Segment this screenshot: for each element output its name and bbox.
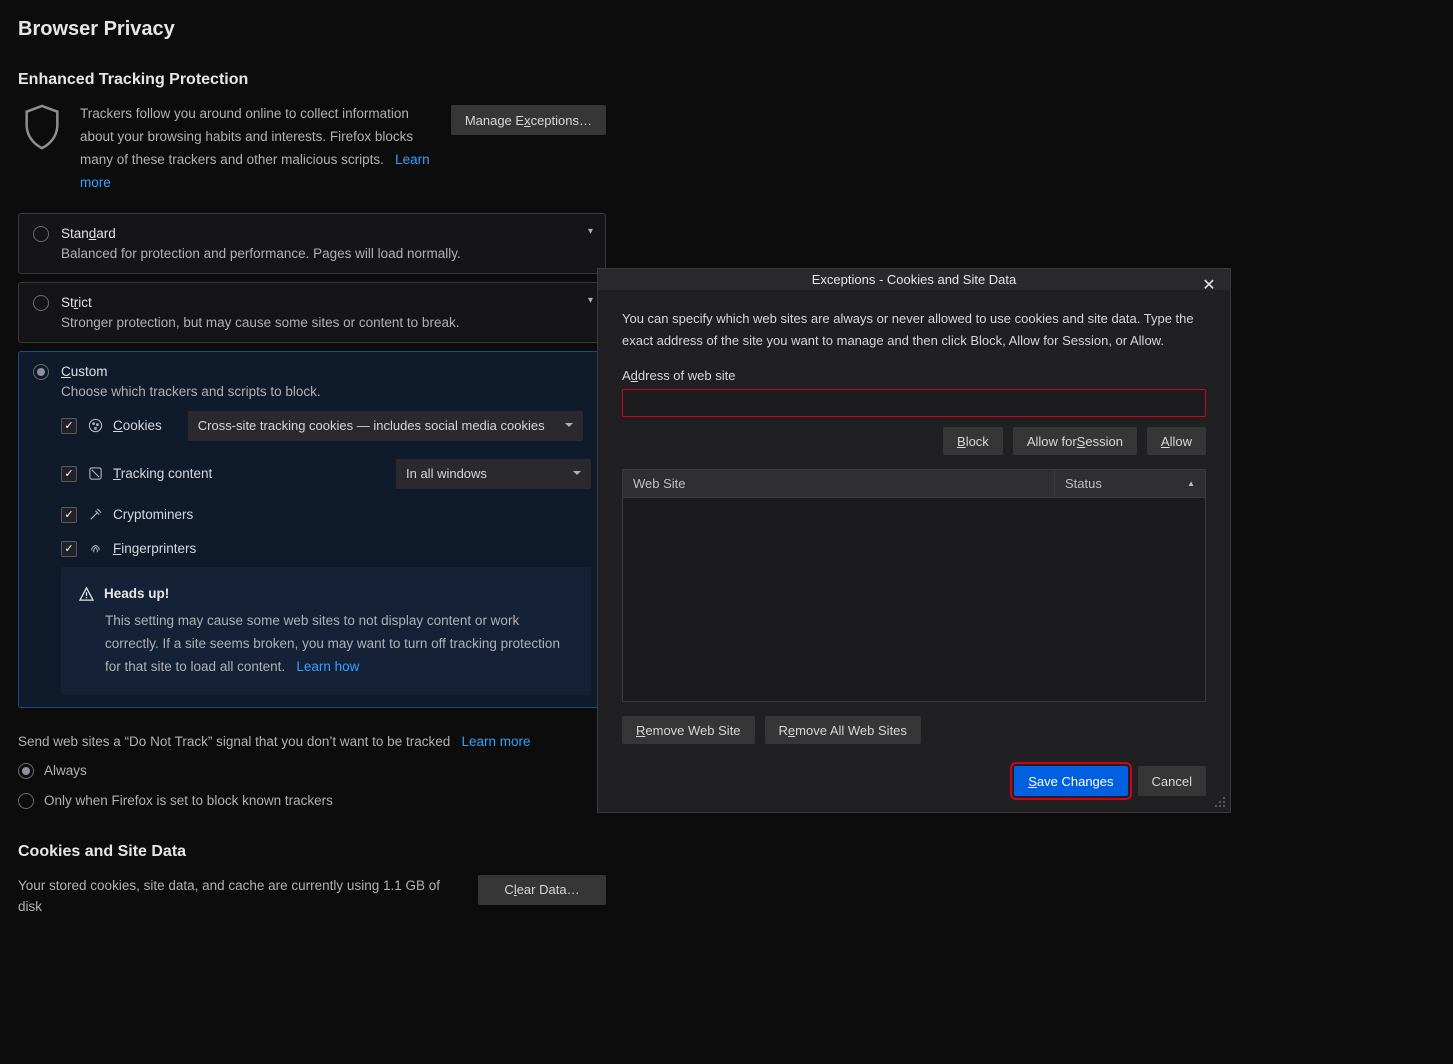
radio-dnt-block[interactable] [18,793,34,809]
table-body[interactable] [622,497,1206,702]
resize-grip-icon[interactable] [1214,796,1226,808]
tracking-icon [87,466,103,482]
cryptominer-icon [87,507,103,523]
checkbox-cookies[interactable] [61,418,77,434]
chevron-down-icon: ▾ [588,295,593,306]
warning-icon [79,587,94,602]
address-input[interactable] [622,389,1206,417]
chevron-down-icon: ▾ [588,226,593,237]
page-title: Browser Privacy [18,18,1453,41]
fingerprint-icon [87,541,103,557]
checkbox-tracking[interactable] [61,466,77,482]
radio-custom[interactable] [33,364,49,380]
block-button[interactable]: Block [943,427,1003,455]
cancel-button[interactable]: Cancel [1138,766,1206,796]
radio-strict[interactable] [33,295,49,311]
etp-custom-panel[interactable]: Custom Choose which trackers and scripts… [18,351,606,708]
etp-heading: Enhanced Tracking Protection [18,71,606,89]
radio-standard[interactable] [33,226,49,242]
etp-description: Trackers follow you around online to col… [80,103,437,195]
learn-how-link[interactable]: Learn how [296,659,359,674]
exceptions-dialog: Exceptions - Cookies and Site Data ✕ You… [597,268,1231,813]
etp-standard-sub: Balanced for protection and performance.… [61,246,591,261]
radio-dnt-always[interactable] [18,763,34,779]
etp-custom-sub: Choose which trackers and scripts to blo… [61,384,591,399]
cookies-usage-line: Your stored cookies, site data, and cach… [18,875,458,918]
cookies-heading: Cookies and Site Data [18,843,606,861]
address-label: Address of web site [622,368,1206,383]
clear-data-button[interactable]: Clear Data… [478,875,606,905]
col-website[interactable]: Web Site [623,470,1055,497]
opt-fingerprinters-label: Fingerprinters [113,541,196,556]
checkbox-cryptominers[interactable] [61,507,77,523]
table-header: Web Site Status ▲ [622,469,1206,497]
etp-strict-sub: Stronger protection, but may cause some … [61,315,591,330]
save-changes-button[interactable]: Save Changes [1014,766,1127,796]
remove-all-button[interactable]: Remove All Web Sites [765,716,921,744]
cookie-icon [87,418,103,434]
cookies-dropdown[interactable]: Cross-site tracking cookies — includes s… [188,411,583,441]
dnt-learn-more-link[interactable]: Learn more [462,734,531,749]
dialog-title: Exceptions - Cookies and Site Data [812,272,1017,287]
etp-strict-panel[interactable]: ▾ Strict Stronger protection, but may ca… [18,282,606,343]
remove-website-button[interactable]: Remove Web Site [622,716,755,744]
tracking-dropdown[interactable]: In all windows [396,459,591,489]
allow-button[interactable]: Allow [1147,427,1206,455]
opt-cookies-label: Cookies [113,418,162,433]
manage-exceptions-button[interactable]: Manage Exceptions… [451,105,606,135]
close-icon[interactable]: ✕ [1196,272,1222,298]
dnt-line: Send web sites a “Do Not Track” signal t… [18,734,450,749]
heads-up-box: Heads up! This setting may cause some we… [61,567,591,695]
sort-asc-icon: ▲ [1187,479,1195,488]
col-status[interactable]: Status ▲ [1055,470,1205,497]
etp-standard-panel[interactable]: ▾ Standard Balanced for protection and p… [18,213,606,274]
allow-session-button[interactable]: Allow for Session [1013,427,1137,455]
opt-crypto-label: Cryptominers [113,507,193,522]
dialog-description: You can specify which web sites are alwa… [622,308,1206,352]
shield-icon [18,103,66,151]
opt-tracking-label: Tracking content [113,466,212,481]
checkbox-fingerprinters[interactable] [61,541,77,557]
dnt-block-label: Only when Firefox is set to block known … [44,793,333,808]
dnt-always-label: Always [44,763,87,778]
